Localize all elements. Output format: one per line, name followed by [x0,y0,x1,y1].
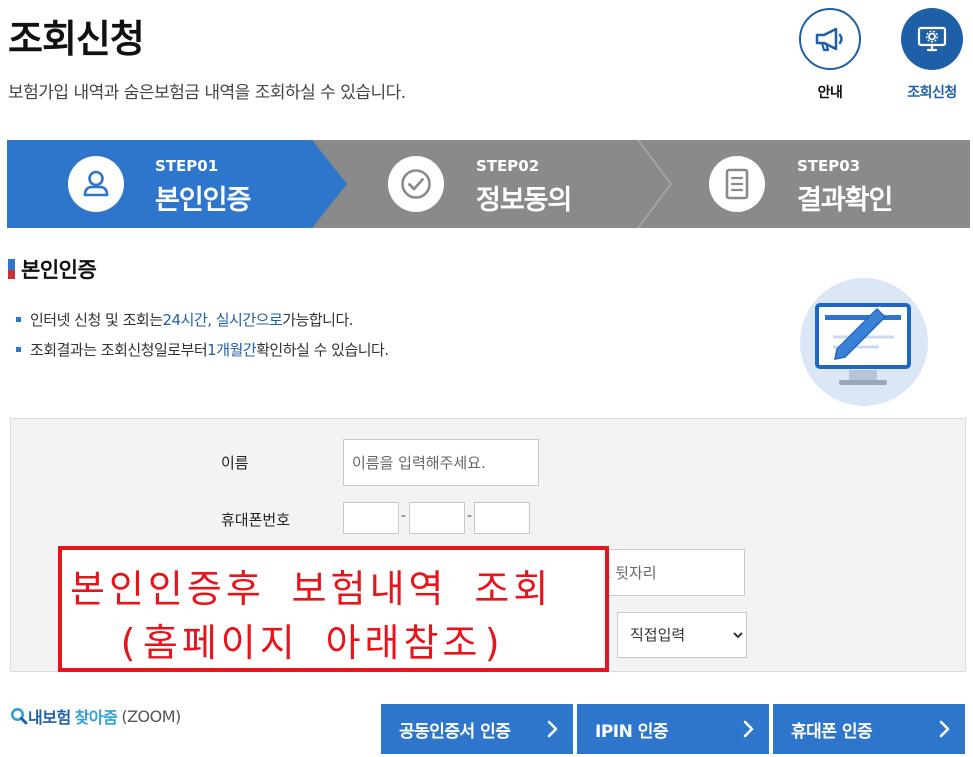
section-title-text: 본인인증 [21,258,97,282]
auth-button-label: 휴대폰 인증 [791,721,873,742]
notice-item: 인터넷 신청 및 조회는 24시간, 실시간으로 가능합니다. [16,309,354,330]
step-result-check: STEP03 결과확인 [648,140,970,228]
zoom-text-part3: (ZOOM) [121,706,181,726]
step-identity-verification: STEP01 본인인증 [7,140,327,228]
notice-text: 인터넷 신청 및 조회는 [30,311,163,329]
section-title: 본인인증 [8,254,97,284]
chevron-right-icon [743,720,754,738]
step-information-consent: STEP02 정보동의 [327,140,647,228]
phone-label: 휴대폰번호 [221,511,291,529]
zoom-text-part2: 찾아줌 [74,708,118,727]
apply-label: 조회신청 [907,85,957,101]
ipin-auth-button[interactable]: IPIN 인증 [577,704,769,754]
notice-text: 가능합니다. [282,311,354,329]
step-name: 정보동의 [476,185,572,216]
page-title: 조회신청 [8,17,145,61]
guide-button[interactable]: 안내 [795,8,865,102]
zoom-service-link[interactable]: 내보험 찾아줌 (ZOOM) [10,704,181,728]
notice-text: 조회결과는 조회신청일로부터 [30,341,208,359]
auth-button-label: IPIN 인증 [595,721,669,742]
step-number: STEP02 [476,157,540,175]
phone-part3-input[interactable] [474,502,530,534]
section-title-marker [8,259,15,279]
notice-highlight: 24시간, 실시간으로 [162,311,283,329]
computer-illustration-icon [800,278,928,406]
auth-button-label: 공동인증서 인증 [399,721,511,742]
step-progress-bar: STEP01 본인인증 STEP02 정보동의 STEP03 결과확인 [7,140,970,228]
phone-separator: - [467,508,473,524]
name-label: 이름 [221,454,249,472]
zoom-text-part1: 내보험 [28,708,71,727]
notice-highlight: 1개월간 [207,341,257,359]
chevron-right-icon [939,720,950,738]
apply-button[interactable]: 조회신청 [897,8,967,102]
user-icon [68,156,124,212]
phone-part2-input[interactable] [409,502,465,534]
bullet-icon [16,347,21,352]
document-icon [709,156,765,212]
name-input[interactable] [343,439,539,486]
annotation-line-1: 본인인증후 보험내역 조회 [70,567,553,611]
notice-item: 조회결과는 조회신청일로부터 1개월간 확인하실 수 있습니다. [16,339,389,360]
bullet-icon [16,317,21,322]
step-name: 결과확인 [797,185,893,216]
check-circle-icon [388,156,444,212]
annotation-overlay: 본인인증후 보험내역 조회 (홈페이지 아래참조) [58,546,609,672]
notice-text: 확인하실 수 있습니다. [256,341,389,359]
magnifier-icon [11,708,28,725]
step-number: STEP03 [797,157,861,175]
step-name: 본인인증 [155,185,251,216]
step-number: STEP01 [155,157,219,175]
annotation-line-2: (홈페이지 아래참조) [116,621,509,665]
phone-part1-input[interactable] [343,502,399,534]
certificate-auth-button[interactable]: 공동인증서 인증 [381,704,573,754]
phone-separator: - [401,508,407,524]
megaphone-icon [799,8,861,70]
monitor-gear-icon [901,8,963,70]
input-method-select[interactable]: 직접입력 [617,612,747,658]
guide-label: 안내 [817,85,843,101]
page-description: 보험가입 내역과 숨은보험금 내역을 조회하실 수 있습니다. [8,83,406,103]
chevron-right-icon [547,720,558,738]
mobile-auth-button[interactable]: 휴대폰 인증 [773,704,965,754]
